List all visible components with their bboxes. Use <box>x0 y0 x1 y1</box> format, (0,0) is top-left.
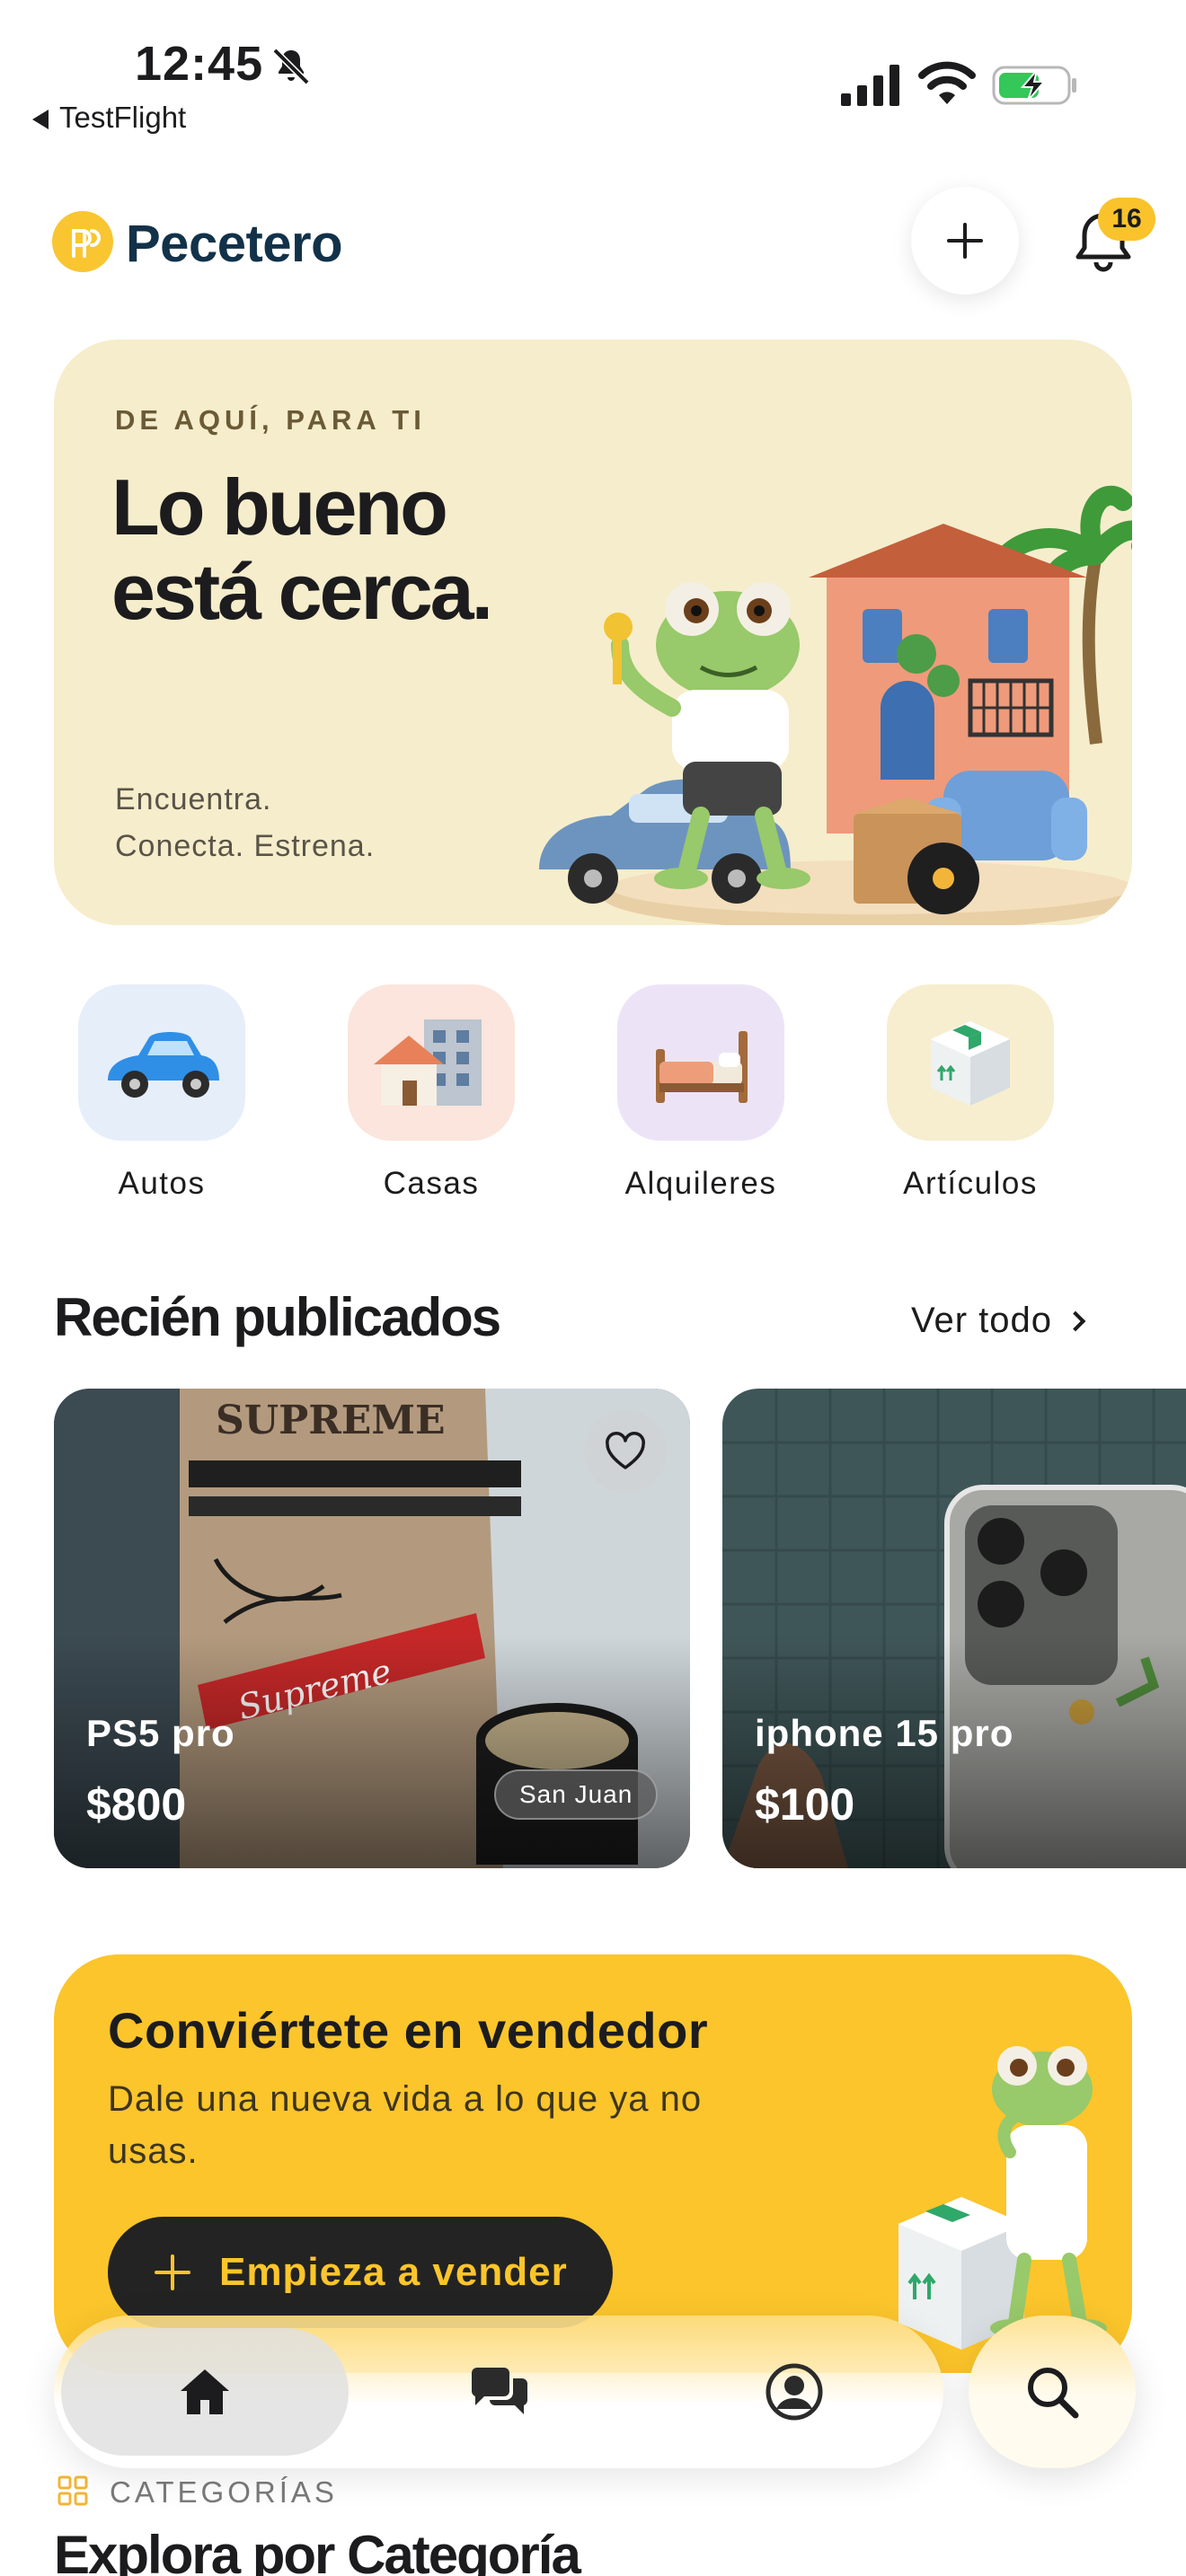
notification-badge: 16 <box>1098 198 1155 241</box>
battery-icon <box>992 66 1076 105</box>
listing-title: iphone 15 pro <box>755 1712 1014 1754</box>
category-shortcuts: Autos Casas Alquileres Artículos <box>54 984 1132 1209</box>
chat-bubbles-icon <box>471 2368 528 2414</box>
status-bar: 12:45 TestFlight <box>0 0 1186 153</box>
back-arrow-icon <box>32 110 49 129</box>
become-seller-banner: Conviértete en vendedor Dale una nueva v… <box>54 1954 1132 2373</box>
box-icon <box>931 1021 1010 1106</box>
tab-home[interactable] <box>61 2328 349 2456</box>
favorite-button[interactable] <box>584 1410 667 1493</box>
category-casas[interactable]: Casas <box>323 984 539 1209</box>
back-to-app-link[interactable]: TestFlight <box>32 101 186 135</box>
search-icon <box>1028 2368 1079 2419</box>
houses-icon <box>374 1019 482 1106</box>
plus-icon <box>947 223 983 259</box>
category-articulos[interactable]: Artículos <box>863 984 1078 1209</box>
svg-text:SUPREME: SUPREME <box>216 1398 446 1443</box>
tab-bar <box>54 2316 943 2468</box>
status-time: 12:45 <box>135 37 264 91</box>
car-icon <box>108 1032 219 1098</box>
cellular-signal-icon <box>841 65 899 106</box>
tab-messages[interactable] <box>356 2328 643 2456</box>
cta-title: Conviértete en vendedor <box>108 2002 709 2059</box>
listing-card[interactable]: iphone 15 pro $100 <box>722 1389 1186 1868</box>
category-autos[interactable]: Autos <box>54 984 270 1209</box>
grid-icon <box>58 2475 88 2506</box>
start-selling-button[interactable]: Empieza a vender <box>108 2217 613 2328</box>
hero-eyebrow: DE AQUÍ, PARA TI <box>115 404 426 436</box>
search-button[interactable] <box>969 2316 1136 2468</box>
category-label: Alquileres <box>624 1166 777 1201</box>
category-label: Autos <box>118 1166 206 1201</box>
hero-subtitle-line-2: Conecta. Estrena. <box>115 829 376 863</box>
category-tile <box>617 984 784 1141</box>
explore-eyebrow: CATEGORÍAS <box>110 2475 338 2509</box>
listing-card[interactable]: SUPREME Supreme PS5 pro $800 San Juan <box>54 1389 690 1868</box>
location-chip: San Juan <box>494 1769 659 1820</box>
category-label: Casas <box>383 1166 480 1201</box>
see-all-link[interactable]: Ver todo <box>911 1301 1086 1341</box>
start-selling-label: Empieza a vender <box>219 2250 568 2294</box>
explore-title: Explora por Categoría <box>54 2525 581 2576</box>
home-icon <box>181 2369 229 2414</box>
tab-profile[interactable] <box>651 2328 938 2456</box>
see-all-label: Ver todo <box>911 1301 1053 1340</box>
recent-section-title: Recién publicados <box>54 1287 501 1347</box>
listing-price: $100 <box>755 1779 855 1830</box>
category-label: Artículos <box>903 1166 1038 1201</box>
category-tile <box>348 984 515 1141</box>
category-tile <box>887 984 1054 1141</box>
hero-banner: DE AQUÍ, PARA TI Lo bueno está cerca. Enc… <box>54 340 1132 925</box>
logo-icon <box>52 211 113 272</box>
bed-icon <box>656 1031 748 1103</box>
add-listing-button[interactable] <box>911 187 1019 295</box>
cta-subtitle: Dale una nueva vida a lo que ya no usas. <box>108 2079 703 2171</box>
app-header: Pecetero 16 <box>0 180 1186 305</box>
hero-subtitle-line-1: Encuentra. <box>115 782 272 816</box>
back-app-label: TestFlight <box>59 101 187 134</box>
wifi-icon <box>918 61 976 104</box>
listing-price: $800 <box>86 1779 187 1830</box>
frog-house-illustration <box>539 485 1132 925</box>
category-tile <box>78 984 245 1141</box>
bell-slash-icon <box>272 48 310 85</box>
hero-subtitle: Encuentra. Conecta. Estrena. <box>115 776 375 869</box>
listing-title: PS5 pro <box>86 1712 235 1754</box>
heart-icon <box>606 1432 645 1469</box>
plus-icon <box>155 2254 190 2290</box>
category-alquileres[interactable]: Alquileres <box>593 984 809 1209</box>
brand-name: Pecetero <box>126 215 343 273</box>
person-circle-icon <box>766 2363 823 2421</box>
chevron-right-icon <box>1065 1310 1086 1332</box>
